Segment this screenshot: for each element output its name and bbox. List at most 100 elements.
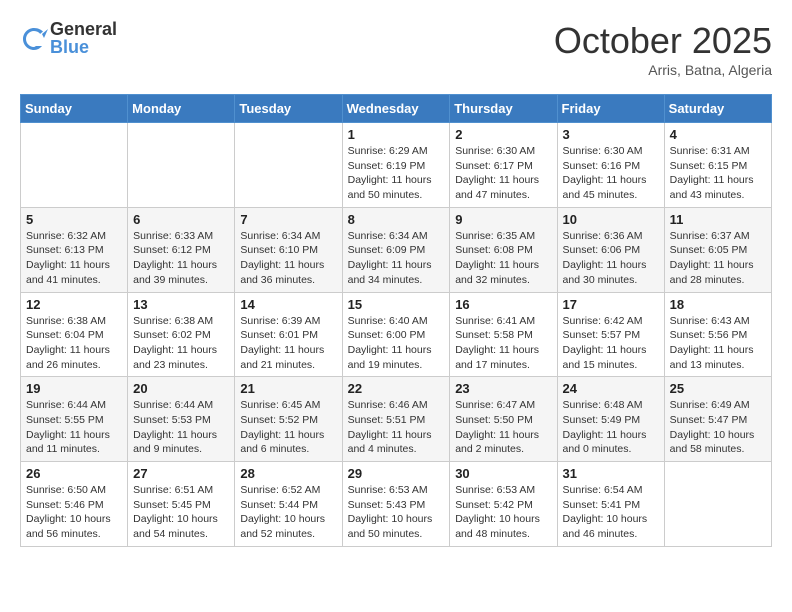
logo: General Blue	[20, 20, 117, 56]
calendar-cell: 23 Sunrise: 6:47 AM Sunset: 5:50 PM Dayli…	[450, 377, 557, 462]
day-info: Sunrise: 6:50 AM Sunset: 5:46 PM Dayligh…	[26, 483, 122, 542]
day-info: Sunrise: 6:40 AM Sunset: 6:00 PM Dayligh…	[348, 314, 445, 373]
day-number: 10	[563, 212, 659, 227]
day-info: Sunrise: 6:38 AM Sunset: 6:02 PM Dayligh…	[133, 314, 229, 373]
day-info: Sunrise: 6:39 AM Sunset: 6:01 PM Dayligh…	[240, 314, 336, 373]
calendar-cell: 29 Sunrise: 6:53 AM Sunset: 5:43 PM Dayli…	[342, 462, 450, 547]
day-number: 9	[455, 212, 551, 227]
day-number: 16	[455, 297, 551, 312]
calendar-cell: 10 Sunrise: 6:36 AM Sunset: 6:06 PM Dayli…	[557, 207, 664, 292]
day-info: Sunrise: 6:32 AM Sunset: 6:13 PM Dayligh…	[26, 229, 122, 288]
day-number: 23	[455, 381, 551, 396]
calendar-header-row: SundayMondayTuesdayWednesdayThursdayFrid…	[21, 95, 772, 123]
weekday-header-sunday: Sunday	[21, 95, 128, 123]
weekday-header-tuesday: Tuesday	[235, 95, 342, 123]
calendar-week-row: 1 Sunrise: 6:29 AM Sunset: 6:19 PM Daylig…	[21, 123, 772, 208]
calendar-cell	[21, 123, 128, 208]
day-info: Sunrise: 6:34 AM Sunset: 6:09 PM Dayligh…	[348, 229, 445, 288]
day-number: 24	[563, 381, 659, 396]
calendar-table: SundayMondayTuesdayWednesdayThursdayFrid…	[20, 94, 772, 547]
day-number: 29	[348, 466, 445, 481]
day-info: Sunrise: 6:42 AM Sunset: 5:57 PM Dayligh…	[563, 314, 659, 373]
weekday-header-monday: Monday	[128, 95, 235, 123]
title-block: October 2025 Arris, Batna, Algeria	[554, 20, 772, 78]
day-number: 28	[240, 466, 336, 481]
day-info: Sunrise: 6:44 AM Sunset: 5:53 PM Dayligh…	[133, 398, 229, 457]
calendar-cell: 19 Sunrise: 6:44 AM Sunset: 5:55 PM Dayli…	[21, 377, 128, 462]
calendar-cell: 25Sunrise: 6:49 AM Sunset: 5:47 PM Dayli…	[664, 377, 771, 462]
calendar-week-row: 12 Sunrise: 6:38 AM Sunset: 6:04 PM Dayli…	[21, 292, 772, 377]
weekday-header-thursday: Thursday	[450, 95, 557, 123]
day-info: Sunrise: 6:52 AM Sunset: 5:44 PM Dayligh…	[240, 483, 336, 542]
day-info: Sunrise: 6:53 AM Sunset: 5:42 PM Dayligh…	[455, 483, 551, 542]
day-info: Sunrise: 6:43 AM Sunset: 5:56 PM Dayligh…	[670, 314, 766, 373]
logo-icon	[20, 24, 48, 52]
calendar-cell: 15 Sunrise: 6:40 AM Sunset: 6:00 PM Dayli…	[342, 292, 450, 377]
location-subtitle: Arris, Batna, Algeria	[554, 62, 772, 78]
day-number: 6	[133, 212, 229, 227]
calendar-cell: 22 Sunrise: 6:46 AM Sunset: 5:51 PM Dayli…	[342, 377, 450, 462]
day-number: 14	[240, 297, 336, 312]
day-info: Sunrise: 6:34 AM Sunset: 6:10 PM Dayligh…	[240, 229, 336, 288]
day-info: Sunrise: 6:54 AM Sunset: 5:41 PM Dayligh…	[563, 483, 659, 542]
day-number: 3	[563, 127, 659, 142]
day-number: 31	[563, 466, 659, 481]
day-info: Sunrise: 6:37 AM Sunset: 6:05 PM Dayligh…	[670, 229, 766, 288]
calendar-cell: 3Sunrise: 6:30 AM Sunset: 6:16 PM Daylig…	[557, 123, 664, 208]
day-info: Sunrise: 6:47 AM Sunset: 5:50 PM Dayligh…	[455, 398, 551, 457]
logo-blue-text: Blue	[50, 38, 117, 56]
day-info: Sunrise: 6:49 AM Sunset: 5:47 PM Dayligh…	[670, 398, 766, 457]
weekday-header-saturday: Saturday	[664, 95, 771, 123]
calendar-cell: 5Sunrise: 6:32 AM Sunset: 6:13 PM Daylig…	[21, 207, 128, 292]
day-info: Sunrise: 6:36 AM Sunset: 6:06 PM Dayligh…	[563, 229, 659, 288]
calendar-cell: 30 Sunrise: 6:53 AM Sunset: 5:42 PM Dayli…	[450, 462, 557, 547]
calendar-cell: 12 Sunrise: 6:38 AM Sunset: 6:04 PM Dayli…	[21, 292, 128, 377]
day-number: 7	[240, 212, 336, 227]
calendar-cell: 18Sunrise: 6:43 AM Sunset: 5:56 PM Dayli…	[664, 292, 771, 377]
day-info: Sunrise: 6:33 AM Sunset: 6:12 PM Dayligh…	[133, 229, 229, 288]
day-info: Sunrise: 6:35 AM Sunset: 6:08 PM Dayligh…	[455, 229, 551, 288]
calendar-cell: 11 Sunrise: 6:37 AM Sunset: 6:05 PM Dayli…	[664, 207, 771, 292]
day-info: Sunrise: 6:38 AM Sunset: 6:04 PM Dayligh…	[26, 314, 122, 373]
month-title: October 2025	[554, 20, 772, 62]
calendar-cell: 20 Sunrise: 6:44 AM Sunset: 5:53 PM Dayli…	[128, 377, 235, 462]
calendar-cell: 17 Sunrise: 6:42 AM Sunset: 5:57 PM Dayli…	[557, 292, 664, 377]
day-number: 19	[26, 381, 122, 396]
calendar-cell	[235, 123, 342, 208]
calendar-cell: 2 Sunrise: 6:30 AM Sunset: 6:17 PM Daylig…	[450, 123, 557, 208]
day-info: Sunrise: 6:41 AM Sunset: 5:58 PM Dayligh…	[455, 314, 551, 373]
day-number: 30	[455, 466, 551, 481]
calendar-cell: 24Sunrise: 6:48 AM Sunset: 5:49 PM Dayli…	[557, 377, 664, 462]
day-number: 22	[348, 381, 445, 396]
day-number: 12	[26, 297, 122, 312]
calendar-cell: 9 Sunrise: 6:35 AM Sunset: 6:08 PM Daylig…	[450, 207, 557, 292]
day-number: 8	[348, 212, 445, 227]
calendar-cell: 31 Sunrise: 6:54 AM Sunset: 5:41 PM Dayli…	[557, 462, 664, 547]
calendar-cell: 14 Sunrise: 6:39 AM Sunset: 6:01 PM Dayli…	[235, 292, 342, 377]
page-header: General Blue October 2025 Arris, Batna, …	[20, 20, 772, 78]
logo-text: General Blue	[50, 20, 117, 56]
day-number: 2	[455, 127, 551, 142]
logo-general-text: General	[50, 20, 117, 38]
calendar-cell: 8 Sunrise: 6:34 AM Sunset: 6:09 PM Daylig…	[342, 207, 450, 292]
day-number: 1	[348, 127, 445, 142]
day-info: Sunrise: 6:29 AM Sunset: 6:19 PM Dayligh…	[348, 144, 445, 203]
calendar-cell: 6 Sunrise: 6:33 AM Sunset: 6:12 PM Daylig…	[128, 207, 235, 292]
day-number: 15	[348, 297, 445, 312]
day-info: Sunrise: 6:45 AM Sunset: 5:52 PM Dayligh…	[240, 398, 336, 457]
day-info: Sunrise: 6:44 AM Sunset: 5:55 PM Dayligh…	[26, 398, 122, 457]
weekday-header-friday: Friday	[557, 95, 664, 123]
calendar-cell: 21 Sunrise: 6:45 AM Sunset: 5:52 PM Dayli…	[235, 377, 342, 462]
day-info: Sunrise: 6:30 AM Sunset: 6:17 PM Dayligh…	[455, 144, 551, 203]
day-number: 11	[670, 212, 766, 227]
day-number: 21	[240, 381, 336, 396]
calendar-cell	[128, 123, 235, 208]
calendar-cell	[664, 462, 771, 547]
calendar-week-row: 19 Sunrise: 6:44 AM Sunset: 5:55 PM Dayli…	[21, 377, 772, 462]
day-info: Sunrise: 6:46 AM Sunset: 5:51 PM Dayligh…	[348, 398, 445, 457]
day-number: 20	[133, 381, 229, 396]
day-number: 4	[670, 127, 766, 142]
weekday-header-wednesday: Wednesday	[342, 95, 450, 123]
day-info: Sunrise: 6:53 AM Sunset: 5:43 PM Dayligh…	[348, 483, 445, 542]
day-number: 17	[563, 297, 659, 312]
